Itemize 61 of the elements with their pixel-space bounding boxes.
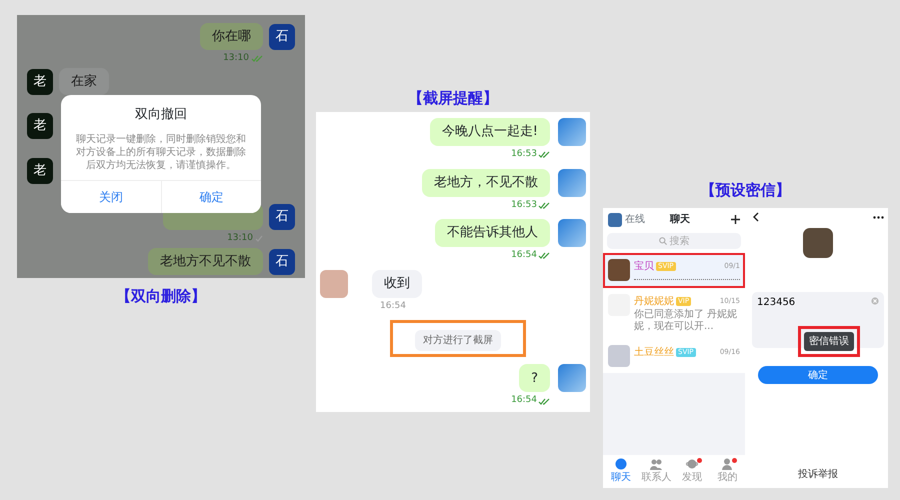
dialog-message: 聊天记录一键删除，同时删除销毁您和对方设备上的所有聊天记录，数据删除后双方均无法恢复，请谨慎操作。 xyxy=(75,132,247,172)
avatar-tile: 老 xyxy=(27,68,53,94)
avatar-photo xyxy=(608,345,630,367)
tab-button[interactable]: 联系人 xyxy=(638,458,674,485)
people-icon xyxy=(650,458,662,470)
search-field[interactable]: 搜索 xyxy=(607,233,741,249)
avatar-photo xyxy=(608,259,630,281)
cat-photo xyxy=(803,228,833,258)
message-bubble: 不能告诉其他人 xyxy=(435,219,550,248)
more-icon[interactable] xyxy=(873,216,884,218)
avatar-tile: 老 xyxy=(27,113,53,139)
search-icon xyxy=(658,237,666,245)
back-icon[interactable] xyxy=(752,212,759,222)
caption: 【截屏提醒】 xyxy=(407,88,499,108)
report-link[interactable]: 投诉举报 xyxy=(752,467,884,482)
message-bubble: 收到 xyxy=(372,270,422,298)
tab-button[interactable]: 发现 xyxy=(674,458,710,485)
avatar-tile: 老 xyxy=(27,158,53,184)
avatar-photo xyxy=(558,168,586,197)
message-bubble: 你在哪 xyxy=(200,23,263,50)
avatar-photo xyxy=(320,270,348,298)
timestamp: 13:10 xyxy=(223,52,249,65)
contact-name: 土豆丝丝 xyxy=(634,346,674,360)
message-bubble: 在家 xyxy=(59,68,109,95)
confirm-button[interactable]: 确定 xyxy=(160,180,261,212)
avatar-photo xyxy=(558,219,586,248)
message-bubble: ? xyxy=(519,364,550,392)
person-icon xyxy=(721,458,734,470)
avatar-photo xyxy=(608,212,622,226)
avatar-tile: 石 xyxy=(269,248,295,274)
error-toast: 密信错误 xyxy=(804,332,854,351)
status-text: 在线 xyxy=(625,212,645,227)
contact-name: 宝贝 xyxy=(634,260,654,274)
timestamp: 16:54 xyxy=(511,249,537,262)
tab-button[interactable]: 聊天 xyxy=(603,458,638,485)
screen-title: 聊天 xyxy=(670,212,690,227)
timestamp: 13:10 xyxy=(227,232,253,245)
caption: 【双向删除】 xyxy=(115,286,207,306)
timestamp: 16:54 xyxy=(511,394,537,408)
timestamp: 16:54 xyxy=(380,300,406,313)
tab-button[interactable]: 我的 xyxy=(710,458,745,485)
caption: 【预设密信】 xyxy=(700,180,792,200)
message-bubble: 老地方，不见不散 xyxy=(422,168,550,197)
message-preview: 你已同意添加了 丹妮妮妮，现在可以开... xyxy=(634,309,738,333)
chat-icon xyxy=(614,458,627,470)
system-notice: 对方进行了截屏 xyxy=(415,330,501,352)
avatar-tile: 石 xyxy=(269,204,295,230)
timestamp: 16:53 xyxy=(511,198,537,212)
dialog-title: 双向撤回 xyxy=(134,106,188,124)
contact-name: 丹妮妮妮 xyxy=(634,295,674,308)
avatar-photo xyxy=(558,364,586,392)
confirm-button[interactable]: 确定 xyxy=(758,366,878,384)
notification-dot xyxy=(696,458,702,463)
notification-dot xyxy=(732,458,737,463)
plus-icon[interactable] xyxy=(731,215,740,224)
avatar-tile: 石 xyxy=(269,24,295,50)
timestamp: 16:53 xyxy=(511,148,537,161)
planet-icon xyxy=(686,458,698,470)
message-bubble: 今晚八点一起走! xyxy=(430,118,550,146)
avatar-photo xyxy=(558,118,586,146)
message-bubble: 老地方不见不散 xyxy=(148,248,263,275)
